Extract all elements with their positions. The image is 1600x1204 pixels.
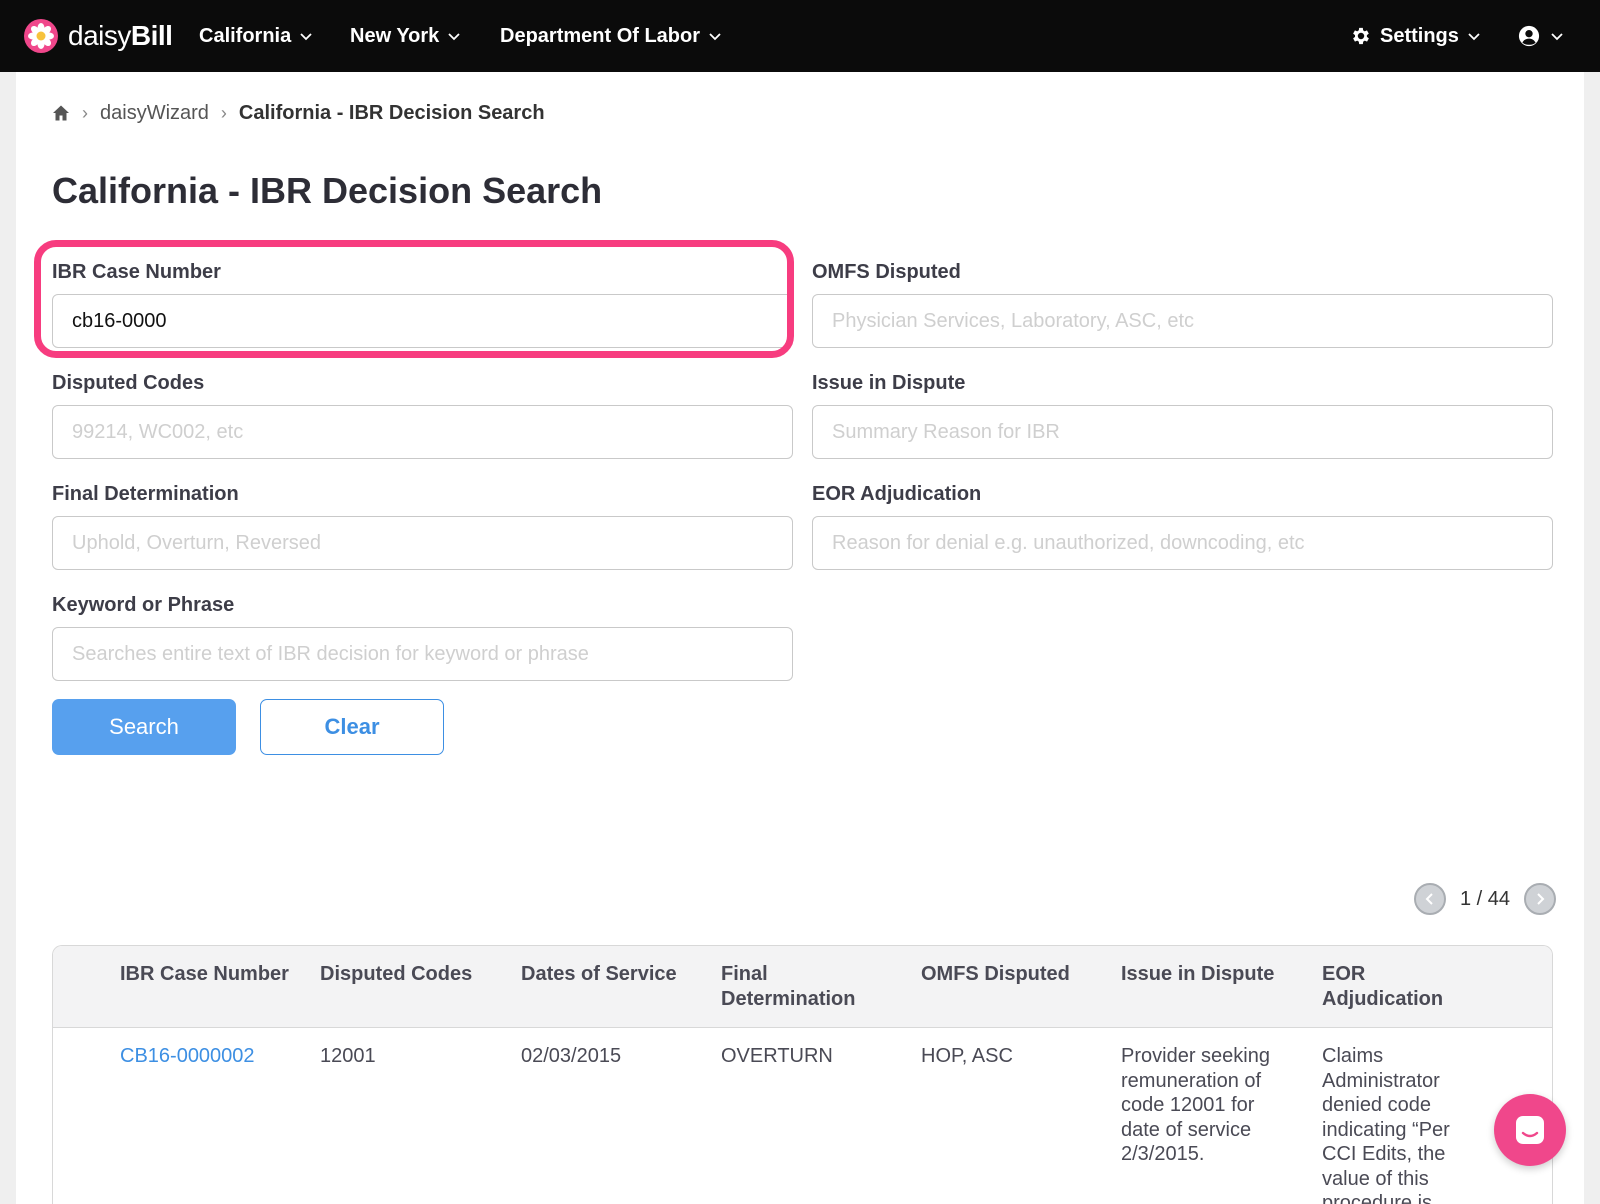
window-edge (1584, 72, 1600, 1204)
chevron-down-icon (709, 33, 721, 41)
page-title: California - IBR Decision Search (52, 170, 603, 211)
cell-dates-of-service: 02/03/2015 (521, 1045, 622, 1067)
top-navbar: daisyBill California New York Department… (0, 0, 1600, 72)
issue-in-dispute-input[interactable] (812, 405, 1553, 459)
breadcrumb-separator: › (82, 102, 88, 123)
nav-california[interactable]: California (199, 22, 313, 50)
nav-california-label: California (199, 24, 292, 47)
chat-launcher-button[interactable] (1494, 1094, 1566, 1166)
user-circle-icon (1518, 25, 1540, 47)
nav-settings-label: Settings (1380, 24, 1459, 47)
app-window: daisyBill California New York Department… (0, 0, 1600, 1204)
chat-icon (1516, 1116, 1544, 1144)
pager-next-button[interactable] (1524, 883, 1557, 915)
chevron-down-icon (300, 33, 312, 41)
table-header: IBR Case Number Disputed Codes Dates of … (53, 946, 1552, 1028)
results-table: IBR Case Number Disputed Codes Dates of … (52, 945, 1553, 1204)
pager-prev-button[interactable] (1414, 883, 1446, 915)
breadcrumb-separator: › (220, 102, 227, 123)
breadcrumb-daisywizard[interactable]: daisyWizard (100, 102, 209, 125)
nav-settings[interactable]: Settings (1350, 22, 1481, 50)
column-header-dates-of-service[interactable]: Dates of Service (521, 962, 691, 987)
chevron-down-icon (1468, 33, 1480, 41)
nav-new-york-label: New York (350, 24, 440, 47)
ibr-case-number-label: IBR Case Number (52, 261, 221, 283)
cell-omfs-disputed: HOP, ASC (921, 1045, 1013, 1067)
logo-text: daisyBill (68, 20, 173, 51)
disputed-codes-label: Disputed Codes (52, 372, 205, 394)
eor-adjudication-label: EOR Adjudication (812, 483, 982, 505)
nav-department-of-labor-label: Department Of Labor (500, 24, 701, 47)
breadcrumb-current: California - IBR Decision Search (238, 101, 545, 124)
pager-text: 1 / 44 (1460, 887, 1511, 910)
column-header-ibr-case-number[interactable]: IBR Case Number (120, 962, 290, 987)
issue-in-dispute-label: Issue in Dispute (812, 372, 966, 394)
column-header-disputed-codes[interactable]: Disputed Codes (320, 962, 490, 987)
cell-final-determination: OVERTURN (721, 1045, 833, 1067)
column-header-issue-in-dispute[interactable]: Issue in Dispute (1121, 962, 1291, 987)
disputed-codes-input[interactable] (52, 405, 793, 459)
gear-icon (1353, 27, 1369, 45)
final-determination-input[interactable] (52, 516, 793, 570)
cell-disputed-codes: 12001 (320, 1045, 376, 1067)
column-header-omfs-disputed[interactable]: OMFS Disputed (921, 962, 1091, 987)
final-determination-label: Final Determination (52, 483, 239, 505)
omfs-disputed-input[interactable] (812, 294, 1553, 348)
nav-new-york[interactable]: New York (350, 22, 461, 50)
breadcrumb: › daisyWizard › California - IBR Decisio… (52, 100, 545, 126)
chevron-down-icon (1551, 33, 1563, 41)
chevron-down-icon (448, 33, 460, 41)
cell-issue-in-dispute: Provider seeking remuneration of code 12… (1121, 1045, 1270, 1165)
chevron-left-icon (1425, 893, 1433, 905)
column-header-final-determination[interactable]: Final Determination (721, 962, 871, 1012)
pagination: 1 / 44 (1414, 883, 1557, 915)
nav-account[interactable] (1518, 22, 1564, 50)
keyword-input[interactable] (52, 627, 793, 681)
eor-adjudication-input[interactable] (812, 516, 1553, 570)
nav-department-of-labor[interactable]: Department Of Labor (500, 22, 722, 50)
keyword-label: Keyword or Phrase (52, 594, 235, 616)
omfs-disputed-label: OMFS Disputed (812, 261, 961, 283)
case-number-link[interactable]: CB16-0000002 (120, 1044, 310, 1069)
cell-eor-adjudication: Claims Administrator denied code indicat… (1322, 1045, 1450, 1204)
column-header-eor-adjudication[interactable]: EOR Adjudication (1322, 962, 1462, 1012)
logo[interactable]: daisyBill (24, 17, 173, 55)
home-icon[interactable] (52, 104, 70, 122)
clear-button[interactable]: Clear (260, 699, 444, 755)
search-button[interactable]: Search (52, 699, 236, 755)
ibr-case-number-input[interactable] (52, 294, 793, 348)
daisy-flower-icon (24, 19, 58, 53)
chevron-right-icon (1537, 893, 1545, 905)
